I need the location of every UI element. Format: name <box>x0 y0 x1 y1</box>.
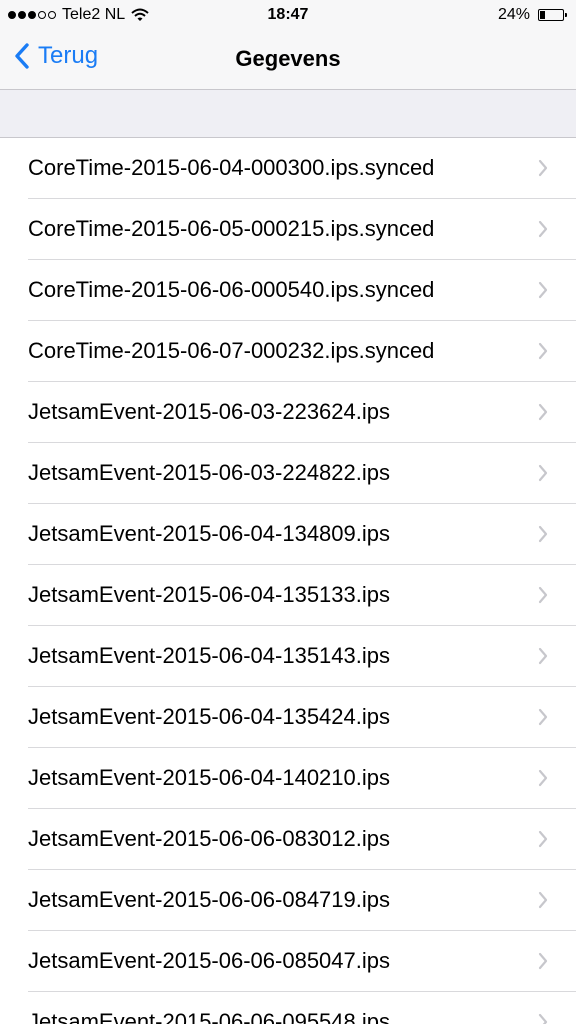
status-time: 18:47 <box>267 6 309 23</box>
file-name: JetsamEvent-2015-06-04-140210.ips <box>28 765 391 790</box>
navigation-bar: Terug Gegevens <box>0 30 576 90</box>
battery-percent: 24% <box>497 6 530 23</box>
chevron-right-icon <box>538 159 548 177</box>
list-item[interactable]: JetsamEvent-2015-06-04-134809.ips <box>0 504 576 565</box>
chevron-right-icon <box>538 342 548 360</box>
chevron-right-icon <box>538 891 548 909</box>
chevron-right-icon <box>538 464 548 482</box>
file-list: CoreTime-2015-06-04-000300.ips.synced Cor… <box>0 138 576 1024</box>
list-item[interactable]: CoreTime-2015-06-04-000300.ips.synced <box>0 138 576 199</box>
file-name: JetsamEvent-2015-06-03-223624.ips <box>28 399 391 424</box>
chevron-right-icon <box>538 708 548 726</box>
file-name: CoreTime-2015-06-04-000300.ips.synced <box>28 155 435 180</box>
list-item[interactable]: JetsamEvent-2015-06-04-140210.ips <box>0 748 576 809</box>
list-item[interactable]: JetsamEvent-2015-06-03-223624.ips <box>0 382 576 443</box>
list-item[interactable]: JetsamEvent-2015-06-06-083012.ips <box>0 809 576 870</box>
file-name: JetsamEvent-2015-06-04-135143.ips <box>28 643 391 668</box>
list-item[interactable]: JetsamEvent-2015-06-06-085047.ips <box>0 931 576 992</box>
battery-icon <box>538 9 567 21</box>
chevron-right-icon <box>538 281 548 299</box>
file-name: CoreTime-2015-06-05-000215.ips.synced <box>28 216 435 241</box>
list-item[interactable]: JetsamEvent-2015-06-04-135133.ips <box>0 565 576 626</box>
chevron-right-icon <box>538 1013 548 1024</box>
chevron-right-icon <box>538 586 548 604</box>
section-header-spacer <box>0 90 576 138</box>
file-name: CoreTime-2015-06-07-000232.ips.synced <box>28 338 435 363</box>
battery-fill <box>540 11 545 19</box>
status-right: 24% <box>497 6 567 24</box>
chevron-right-icon <box>538 830 548 848</box>
chevron-right-icon <box>538 403 548 421</box>
chevron-right-icon <box>538 525 548 543</box>
chevron-right-icon <box>538 647 548 665</box>
list-item[interactable]: CoreTime-2015-06-06-000540.ips.synced <box>0 260 576 321</box>
file-name: JetsamEvent-2015-06-03-224822.ips <box>28 460 391 485</box>
chevron-right-icon <box>538 220 548 238</box>
battery-nub <box>565 13 567 17</box>
list-item[interactable]: JetsamEvent-2015-06-04-135143.ips <box>0 626 576 687</box>
file-name: JetsamEvent-2015-06-06-085047.ips <box>28 948 391 973</box>
file-name: JetsamEvent-2015-06-06-084719.ips <box>28 887 391 912</box>
list-item[interactable]: JetsamEvent-2015-06-04-135424.ips <box>0 687 576 748</box>
chevron-right-icon <box>538 769 548 787</box>
chevron-right-icon <box>538 952 548 970</box>
list-item[interactable]: JetsamEvent-2015-06-03-224822.ips <box>0 443 576 504</box>
status-bar: Tele2 NL 18:47 24% <box>0 0 576 30</box>
file-name: JetsamEvent-2015-06-06-083012.ips <box>28 826 391 851</box>
file-name: JetsamEvent-2015-06-04-135133.ips <box>28 582 391 607</box>
file-name: JetsamEvent-2015-06-04-134809.ips <box>28 521 391 546</box>
list-item[interactable]: JetsamEvent-2015-06-06-084719.ips <box>0 870 576 931</box>
list-item[interactable]: CoreTime-2015-06-07-000232.ips.synced <box>0 321 576 382</box>
list-item[interactable]: CoreTime-2015-06-05-000215.ips.synced <box>0 199 576 260</box>
file-name: CoreTime-2015-06-06-000540.ips.synced <box>28 277 435 302</box>
file-name: JetsamEvent-2015-06-06-095548.ips <box>28 1009 391 1024</box>
file-name: JetsamEvent-2015-06-04-135424.ips <box>28 704 391 729</box>
page-title: Gegevens <box>235 46 341 71</box>
list-item[interactable]: JetsamEvent-2015-06-06-095548.ips <box>0 992 576 1024</box>
